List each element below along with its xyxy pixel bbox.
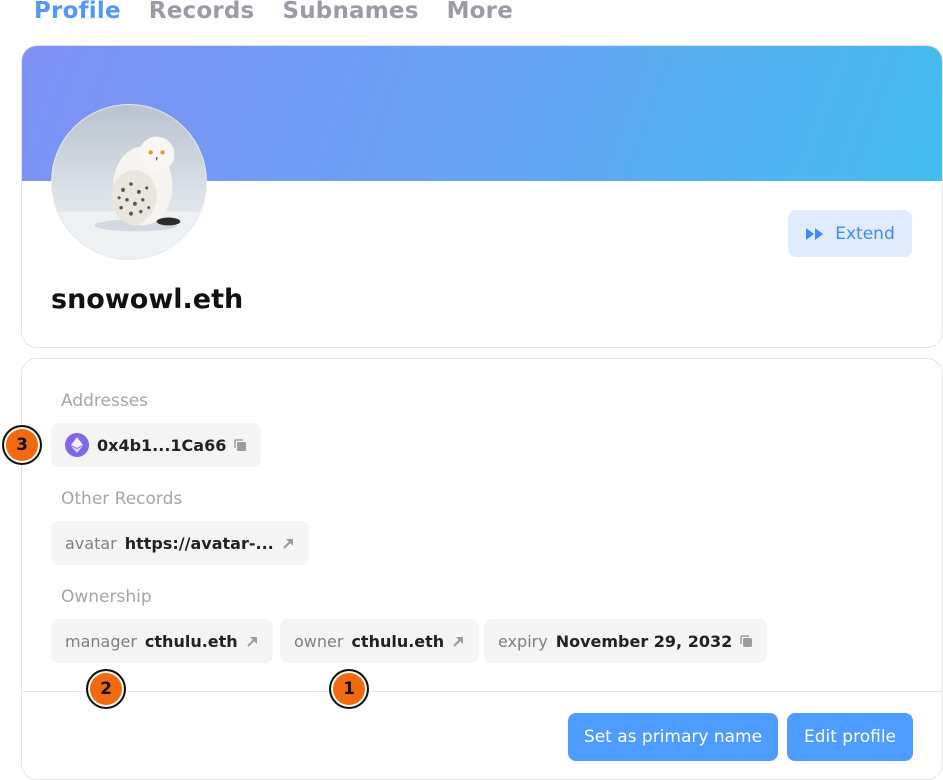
set-primary-name-button[interactable]: Set as primary name (568, 713, 778, 761)
tab-profile[interactable]: Profile (34, 0, 121, 24)
manager-key: manager (65, 631, 137, 651)
manager-pill[interactable]: manager cthulu.eth (51, 619, 273, 663)
addresses-label: Addresses (61, 391, 149, 411)
owner-key: owner (294, 631, 344, 651)
divider (22, 691, 942, 692)
owner-pill[interactable]: owner cthulu.eth (280, 619, 480, 663)
expiry-value: November 29, 2032 (555, 631, 733, 651)
tab-more[interactable]: More (447, 0, 513, 24)
external-link-icon (246, 635, 259, 648)
fast-forward-icon (806, 227, 824, 240)
ens-name: snowowl.eth (51, 284, 244, 315)
expiry-pill[interactable]: expiry November 29, 2032 (484, 619, 768, 663)
annotation-marker-1: 1 (329, 669, 369, 709)
avatar-record-pill[interactable]: avatar https://avatar-... (51, 521, 309, 565)
owner-value: cthulu.eth (351, 631, 445, 651)
expiry-key: expiry (498, 631, 548, 651)
eth-address-pill[interactable]: 0x4b1...1Ca66 (51, 423, 262, 467)
records-card: Addresses 0x4b1...1Ca66 Other Records av… (21, 358, 943, 780)
external-link-icon (282, 537, 295, 550)
record-value: https://avatar-... (124, 533, 274, 553)
annotation-marker-2: 2 (86, 669, 126, 709)
edit-profile-button[interactable]: Edit profile (787, 713, 913, 761)
profile-tabs: Profile Records Subnames More (34, 0, 513, 26)
extend-button[interactable]: Extend (788, 210, 912, 257)
snowy-owl-image (52, 105, 206, 259)
ethereum-icon (65, 433, 89, 457)
annotation-marker-3: 3 (2, 425, 42, 465)
profile-card: Extend snowowl.eth (21, 45, 943, 348)
record-key: avatar (65, 533, 117, 553)
tab-subnames[interactable]: Subnames (282, 0, 418, 24)
external-link-icon (452, 635, 465, 648)
other-records-label: Other Records (61, 489, 183, 509)
manager-value: cthulu.eth (144, 631, 238, 651)
eth-address-value: 0x4b1...1Ca66 (97, 435, 227, 455)
extend-label: Extend (835, 223, 895, 244)
tab-records[interactable]: Records (149, 0, 255, 24)
ownership-label: Ownership (61, 587, 152, 607)
copy-icon[interactable] (740, 634, 753, 648)
copy-icon[interactable] (234, 438, 247, 452)
avatar[interactable] (51, 104, 207, 260)
